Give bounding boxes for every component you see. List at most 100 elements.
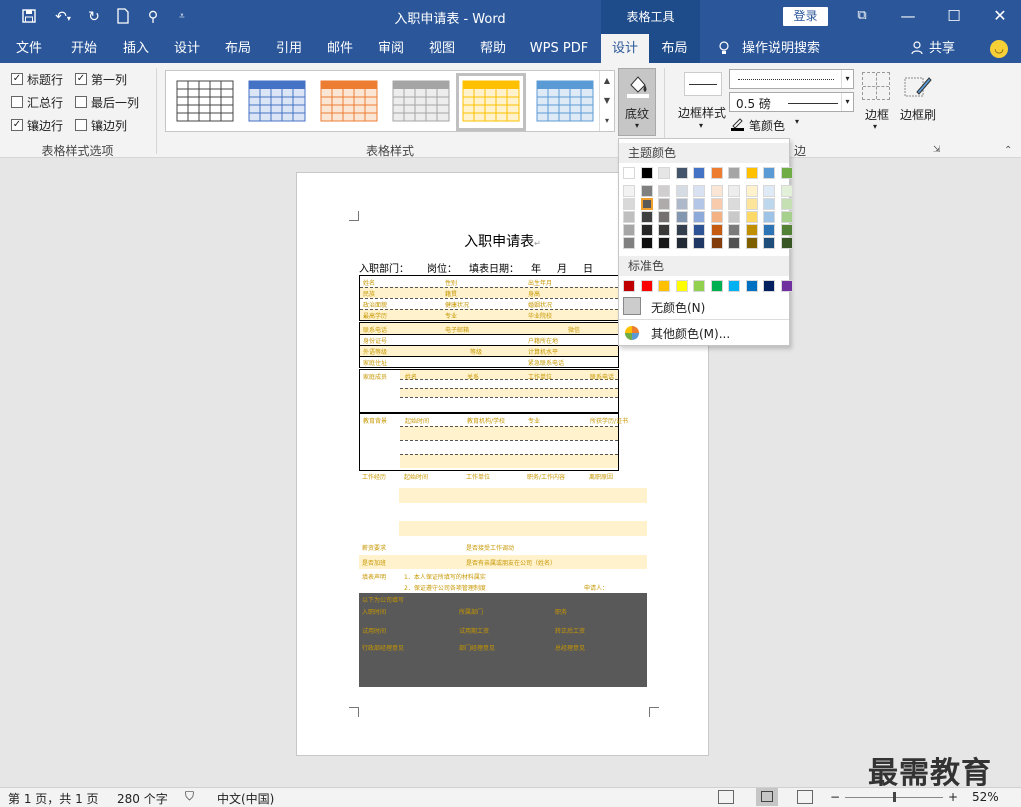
- theme-shade-swatch[interactable]: [780, 237, 793, 249]
- standard-color-swatch[interactable]: [640, 280, 653, 292]
- theme-shade-swatch[interactable]: [728, 211, 740, 223]
- new-document-icon[interactable]: [113, 8, 133, 26]
- theme-shade-swatch[interactable]: [658, 224, 670, 236]
- collapse-ribbon-icon[interactable]: ⌃: [1004, 145, 1012, 156]
- share-button[interactable]: 共享: [927, 34, 957, 63]
- theme-shade-swatch[interactable]: [658, 237, 670, 249]
- zoom-level[interactable]: 52%: [972, 790, 999, 804]
- tab-design[interactable]: 设计: [165, 34, 209, 63]
- line-style-select[interactable]: ▾: [729, 69, 854, 89]
- language-indicator[interactable]: 中文(中国): [217, 790, 274, 807]
- theme-shade-swatch[interactable]: [623, 211, 635, 223]
- theme-shade-swatch[interactable]: [745, 211, 758, 223]
- zoom-in-button[interactable]: +: [948, 790, 958, 804]
- theme-shade-swatch[interactable]: [745, 237, 758, 249]
- read-mode-icon[interactable]: [718, 790, 734, 804]
- theme-color-swatch[interactable]: [675, 167, 688, 179]
- line-weight-select[interactable]: 0.5 磅 ▾: [729, 92, 854, 112]
- table-contact-info[interactable]: 联系电话 电子邮箱 微信 身份证号 户籍所在地 外语等级 等级 计算机水平 家庭住址 紧急联…: [359, 322, 619, 368]
- table-style-light-blue[interactable]: [532, 77, 598, 127]
- table-style-orange[interactable]: [316, 77, 382, 127]
- option-banded-columns[interactable]: 镶边列: [75, 116, 127, 134]
- option-banded-rows[interactable]: ✓ 镶边行: [11, 116, 63, 134]
- theme-shade-swatch[interactable]: [763, 185, 775, 197]
- theme-color-swatch[interactable]: [623, 167, 635, 179]
- theme-shade-swatch[interactable]: [640, 224, 653, 236]
- option-last-column[interactable]: 最后一列: [75, 93, 139, 111]
- pen-color-button[interactable]: 笔颜色: [749, 117, 785, 134]
- theme-shade-swatch[interactable]: [780, 185, 793, 197]
- theme-shade-swatch[interactable]: [763, 224, 775, 236]
- theme-shade-swatch[interactable]: [623, 237, 635, 249]
- web-layout-icon[interactable]: [797, 790, 813, 804]
- theme-color-swatch[interactable]: [745, 167, 758, 179]
- theme-shade-swatch[interactable]: [763, 198, 775, 210]
- standard-color-swatch[interactable]: [780, 280, 793, 292]
- maximize-button[interactable]: ☐: [931, 0, 977, 34]
- theme-shade-swatch[interactable]: [658, 198, 670, 210]
- tab-view[interactable]: 视图: [420, 34, 464, 63]
- tab-insert[interactable]: 插入: [114, 34, 158, 63]
- table-style-gray[interactable]: [388, 77, 454, 127]
- theme-color-swatch[interactable]: [780, 167, 793, 179]
- standard-color-swatch[interactable]: [658, 280, 670, 292]
- table-style-blue[interactable]: [244, 77, 310, 127]
- border-styles-button[interactable]: 边框样式: [672, 104, 732, 121]
- theme-shade-swatch[interactable]: [710, 185, 723, 197]
- theme-shade-swatch[interactable]: [710, 237, 723, 249]
- tell-me-search[interactable]: 操作说明搜索: [742, 34, 822, 63]
- standard-color-swatch[interactable]: [763, 280, 775, 292]
- more-colors-option[interactable]: 其他颜色(M)...: [619, 322, 789, 344]
- theme-shade-swatch[interactable]: [728, 185, 740, 197]
- tab-table-design[interactable]: 设计: [601, 34, 649, 63]
- tab-home[interactable]: 开始: [62, 34, 106, 63]
- tab-table-layout[interactable]: 布局: [649, 34, 700, 63]
- theme-shade-swatch[interactable]: [728, 198, 740, 210]
- theme-color-swatch[interactable]: [728, 167, 740, 179]
- option-total-row[interactable]: 汇总行: [11, 93, 63, 111]
- tab-wps-pdf[interactable]: WPS PDF: [523, 34, 595, 63]
- tab-review[interactable]: 审阅: [369, 34, 413, 63]
- standard-color-swatch[interactable]: [728, 280, 740, 292]
- theme-shade-swatch[interactable]: [763, 237, 775, 249]
- theme-shade-swatch[interactable]: [658, 211, 670, 223]
- theme-shade-swatch[interactable]: [675, 237, 688, 249]
- theme-shade-swatch[interactable]: [675, 198, 688, 210]
- word-count[interactable]: 280 个字: [117, 790, 168, 807]
- table-salary[interactable]: 薪资要求 是否接受工作调动 是否加班 是否有亲属或朋友在公司（姓名）: [359, 541, 649, 571]
- table-work-history[interactable]: 工作经历 起始时间 工作单位 职务/工作内容 离职原因: [359, 471, 649, 541]
- theme-shade-swatch[interactable]: [693, 224, 705, 236]
- save-icon[interactable]: [19, 8, 39, 26]
- theme-shade-swatch[interactable]: [640, 211, 653, 223]
- print-layout-icon[interactable]: [756, 788, 778, 806]
- theme-shade-swatch[interactable]: [675, 185, 688, 197]
- redo-icon[interactable]: ↻: [84, 8, 104, 26]
- zoom-slider-handle[interactable]: [893, 792, 896, 802]
- gallery-scroll-up[interactable]: ▲: [599, 71, 614, 91]
- border-painter-button[interactable]: 边框刷: [898, 106, 938, 123]
- tab-help[interactable]: 帮助: [471, 34, 515, 63]
- theme-shade-swatch[interactable]: [745, 198, 758, 210]
- proofing-icon[interactable]: ⛉: [185, 789, 194, 804]
- table-style-plain-black[interactable]: [172, 77, 238, 127]
- no-color-option[interactable]: 无颜色(N): [619, 296, 789, 318]
- theme-shade-swatch[interactable]: [780, 198, 793, 210]
- theme-shade-swatch[interactable]: [763, 211, 775, 223]
- theme-color-swatch[interactable]: [763, 167, 775, 179]
- theme-shade-swatch[interactable]: [675, 224, 688, 236]
- tab-mailings[interactable]: 邮件: [318, 34, 362, 63]
- theme-shade-swatch[interactable]: [728, 237, 740, 249]
- table-family[interactable]: 家庭成员 姓名 关系 工作单位 联系电话: [359, 369, 619, 413]
- border-styles-preview[interactable]: [684, 72, 722, 96]
- theme-shade-swatch[interactable]: [675, 211, 688, 223]
- theme-shade-swatch[interactable]: [693, 185, 705, 197]
- gallery-scroll-down[interactable]: ▼: [599, 91, 614, 111]
- theme-shade-swatch[interactable]: [780, 224, 793, 236]
- smiley-feedback-icon[interactable]: ◡: [990, 40, 1008, 58]
- theme-shade-swatch[interactable]: [640, 237, 653, 249]
- ribbon-display-icon[interactable]: ⧉: [839, 0, 885, 34]
- table-education[interactable]: 教育背景 起始时间 教育机构/学校 专业 所获学历/证书: [359, 413, 628, 471]
- theme-shade-swatch[interactable]: [728, 224, 740, 236]
- option-first-column[interactable]: ✓ 第一列: [75, 70, 127, 88]
- theme-shade-swatch[interactable]: [640, 198, 653, 210]
